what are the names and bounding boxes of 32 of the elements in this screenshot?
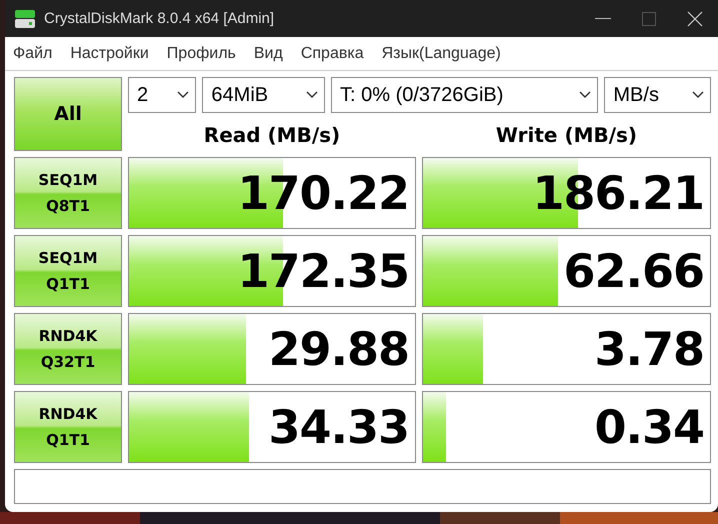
test-button[interactable]: SEQ1M Q1T1 [14, 235, 122, 307]
chevron-down-icon [579, 91, 592, 99]
result-value: 3.78 [594, 321, 704, 378]
menu-item[interactable]: Профиль [158, 44, 244, 62]
column-header: Write (MB/s) [494, 122, 638, 149]
menu-item[interactable]: Файл [5, 44, 60, 62]
menu-item[interactable]: Язык(Language) [374, 44, 509, 62]
menu-item[interactable]: Справка [292, 44, 372, 62]
test-button[interactable]: SEQ1M Q8T1 [14, 157, 122, 229]
column-header: Read (MB/s) [202, 122, 342, 149]
disk-icon [14, 8, 36, 30]
menu-item[interactable]: Настройки [62, 44, 157, 62]
dropdown[interactable]: 64MiB [202, 77, 325, 113]
close-icon [687, 10, 703, 26]
chevron-down-icon [306, 91, 318, 99]
result-value: 62.66 [563, 243, 704, 300]
chevron-down-icon [177, 91, 190, 99]
result-value: 0.34 [594, 399, 704, 456]
chevron-down-icon [692, 91, 704, 99]
dropdown[interactable]: T: 0% (0/3726GiB) [331, 77, 598, 113]
maximize-icon [642, 12, 656, 26]
all-button[interactable]: All [14, 77, 122, 151]
minimize-icon [595, 18, 611, 20]
menu-item[interactable]: Вид [246, 44, 291, 62]
test-button[interactable]: RND4K Q1T1 [14, 391, 122, 463]
comment-field[interactable] [14, 469, 711, 504]
dropdown[interactable]: MB/s [604, 77, 711, 113]
result-value: 29.88 [268, 321, 409, 378]
window-title: CrystalDiskMark 8.0.4 x64 [Admin] [44, 10, 276, 27]
result-value: 34.33 [268, 399, 409, 456]
test-button[interactable]: RND4K Q32T1 [14, 313, 122, 385]
dropdown[interactable]: 2 [128, 77, 196, 113]
